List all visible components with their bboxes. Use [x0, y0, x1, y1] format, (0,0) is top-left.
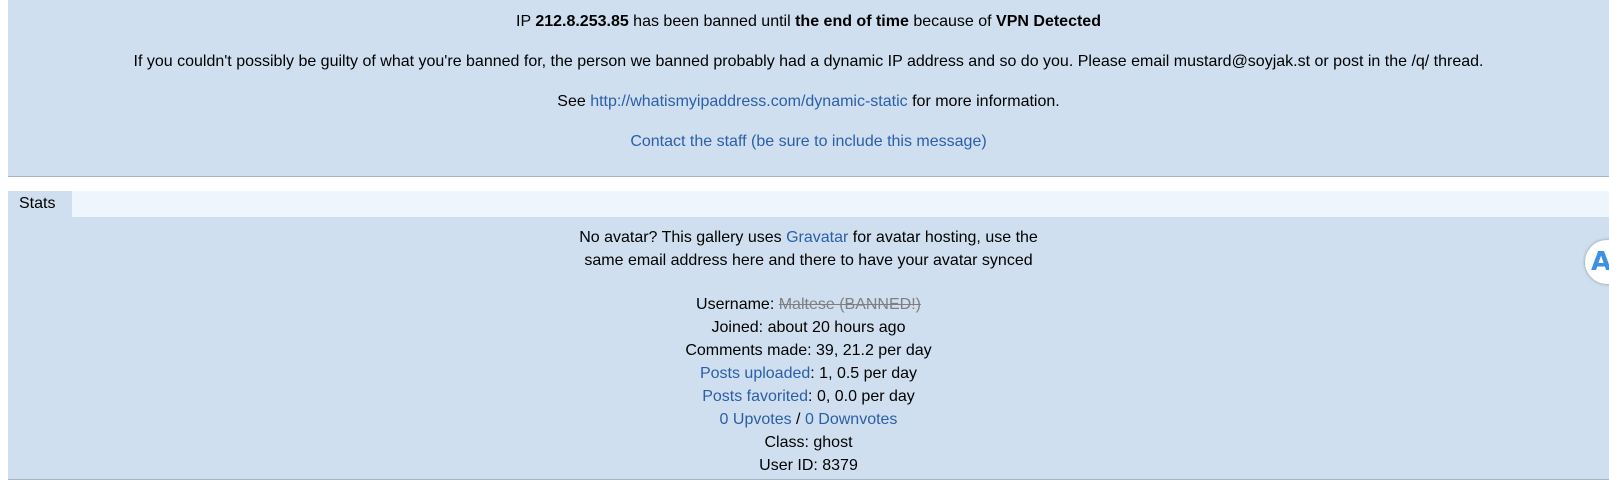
tab-stats[interactable]: Stats: [8, 191, 72, 217]
user-info: Username: Maltese (BANNED!) Joined: abou…: [8, 293, 1609, 477]
downvotes-link[interactable]: 0 Downvotes: [805, 411, 898, 428]
user-id-row: User ID: 8379: [759, 457, 858, 474]
username-row: Username: Maltese (BANNED!): [8, 293, 1609, 316]
dynamic-static-link[interactable]: http://whatismyipaddress.com/dynamic-sta…: [590, 93, 907, 110]
posts-favorited-row: Posts favorited: 0, 0.0 per day: [8, 385, 1609, 408]
ban-notice: IP 212.8.253.85 has been banned until th…: [8, 0, 1609, 177]
posts-uploaded-row: Posts uploaded: 1, 0.5 per day: [8, 362, 1609, 385]
posts-favorited-link[interactable]: Posts favorited: [702, 388, 808, 405]
ban-message: IP 212.8.253.85 has been banned until th…: [8, 12, 1609, 32]
votes-row: 0 Upvotes / 0 Downvotes: [8, 408, 1609, 431]
avatar-note-pre: No avatar? This gallery uses: [579, 229, 787, 246]
class-row: Class: ghost: [764, 434, 853, 451]
comments-row: Comments made: 39, 21.2 per day: [685, 342, 932, 359]
vote-separator: /: [791, 411, 805, 428]
avatar-note: No avatar? This gallery uses Gravatar fo…: [8, 226, 1609, 272]
more-info-pre: See: [557, 93, 591, 110]
upvotes-link[interactable]: 0 Upvotes: [720, 411, 792, 428]
gravatar-link[interactable]: Gravatar: [786, 229, 848, 246]
ban-text-pre: IP: [516, 13, 536, 30]
ban-reason: VPN Detected: [996, 13, 1101, 30]
joined-row: Joined: about 20 hours ago: [711, 319, 906, 336]
avatar-note-line2: same email address here and there to hav…: [584, 252, 1033, 269]
username-value: Maltese (BANNED!): [778, 296, 921, 313]
posts-favorited-value: : 0, 0.0 per day: [808, 388, 915, 405]
username-label: Username:: [696, 296, 779, 313]
floating-extension-icon: A: [1591, 247, 1609, 277]
contact-line: Contact the staff (be sure to include th…: [8, 132, 1609, 152]
posts-uploaded-link[interactable]: Posts uploaded: [700, 365, 810, 382]
more-info-post: for more information.: [907, 93, 1060, 110]
stats-header: Stats: [8, 191, 1609, 217]
avatar-note-post: for avatar hosting, use the: [848, 229, 1038, 246]
ban-text-mid: has been banned until: [628, 13, 796, 30]
banned-ip: 212.8.253.85: [535, 13, 629, 30]
more-info-line: See http://whatismyipaddress.com/dynamic…: [8, 92, 1609, 112]
stats-panel: No avatar? This gallery uses Gravatar fo…: [8, 217, 1609, 480]
ban-text-because: because of: [908, 13, 997, 30]
posts-uploaded-value: : 1, 0.5 per day: [810, 365, 918, 382]
ban-duration: the end of time: [795, 13, 909, 30]
ban-explanation: If you couldn't possibly be guilty of wh…: [133, 53, 1484, 70]
contact-staff-link[interactable]: Contact the staff (be sure to include th…: [630, 133, 986, 150]
